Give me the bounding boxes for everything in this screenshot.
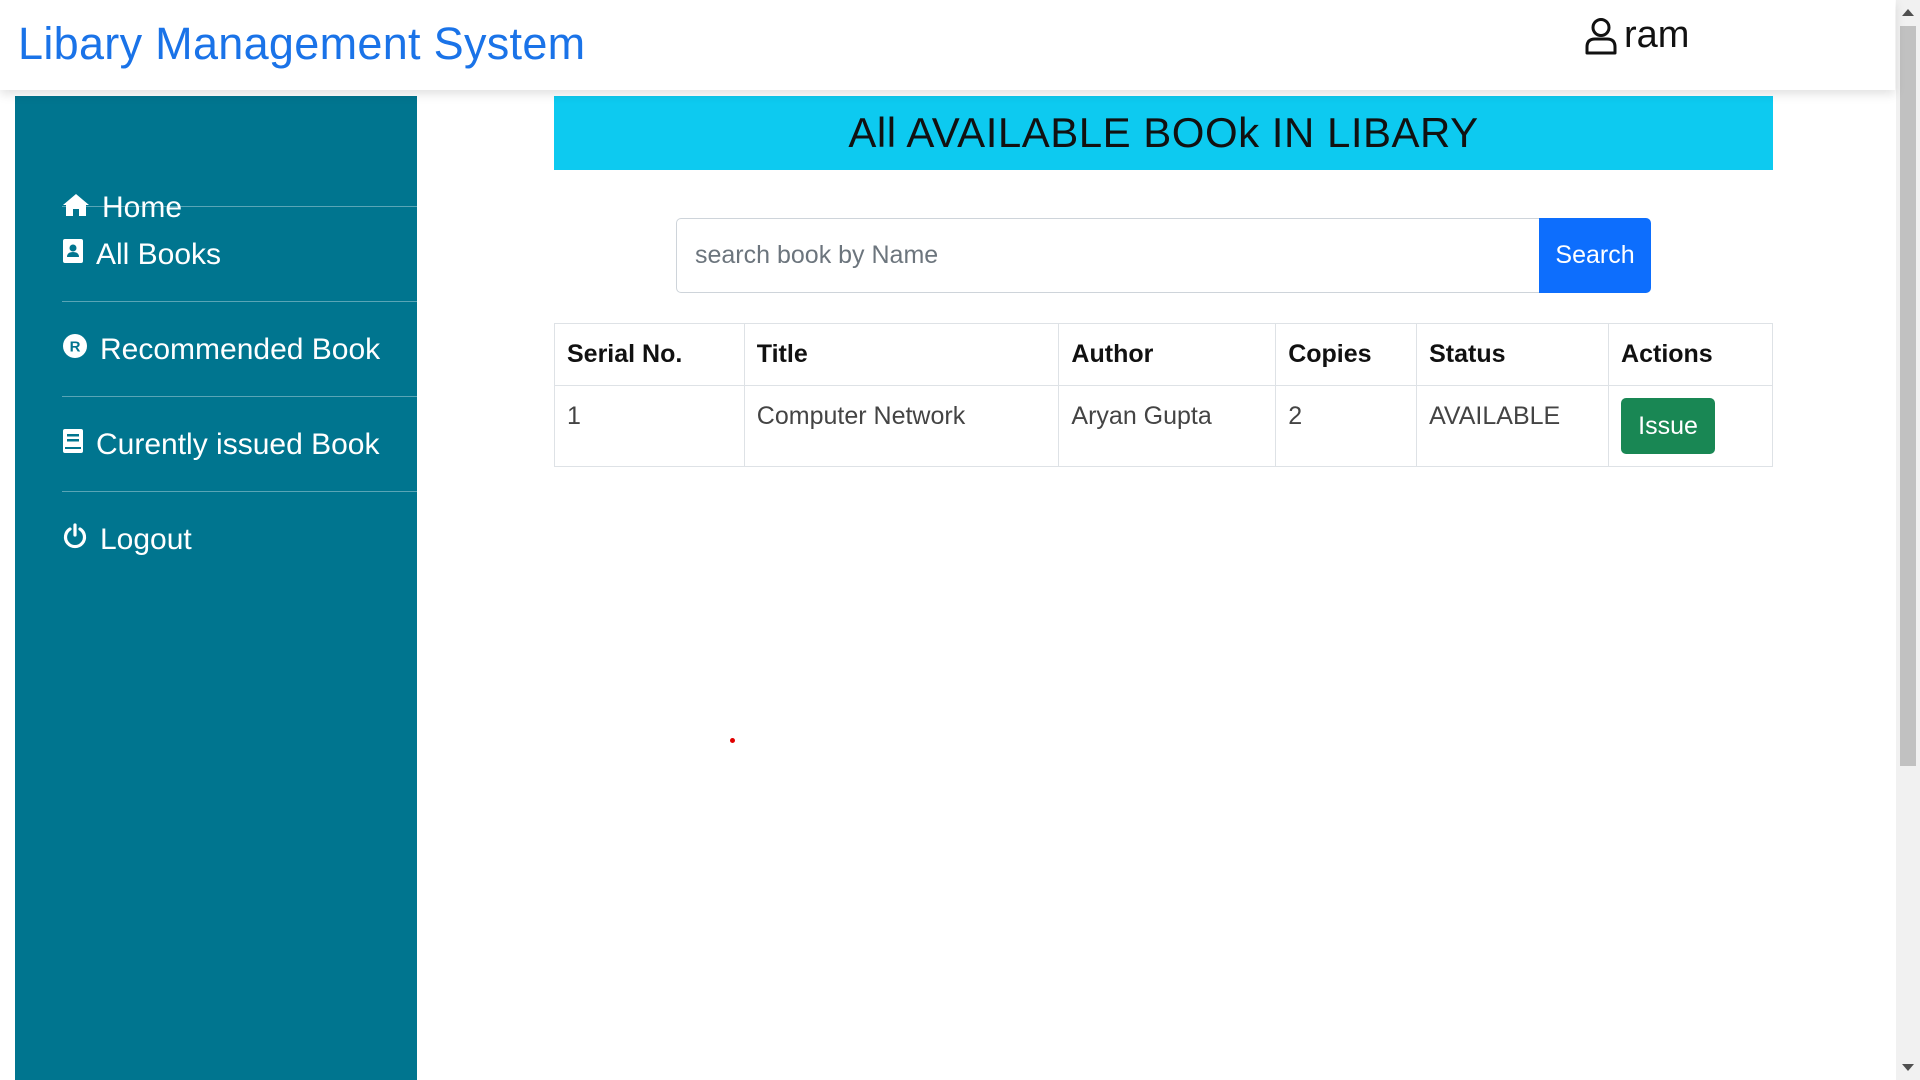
svg-text:R: R xyxy=(70,338,81,355)
sidebar-item-all-books[interactable]: All Books xyxy=(62,207,417,302)
table-header-row: Serial No. Title Author Copies Status Ac… xyxy=(554,323,1773,386)
page-scrollbar[interactable] xyxy=(1896,0,1920,1080)
user-menu[interactable]: ram xyxy=(1584,14,1689,57)
sidebar-item-label: Recommended Book xyxy=(100,332,381,366)
sidebar-item-label: Curently issued Book xyxy=(96,427,380,461)
column-header-serial: Serial No. xyxy=(554,323,745,386)
page-banner: All AVAILABLE BOOk IN LIBARY xyxy=(554,96,1773,170)
sidebar-item-logout[interactable]: Logout xyxy=(62,492,417,587)
sidebar-item-currently-issued-book[interactable]: Curently issued Book xyxy=(62,397,417,492)
cursor-dot xyxy=(730,738,735,743)
issue-button[interactable]: Issue xyxy=(1621,398,1716,454)
column-header-actions: Actions xyxy=(1608,323,1773,386)
sidebar-item-recommended-book[interactable]: R Recommended Book xyxy=(62,302,417,397)
cell-author: Aryan Gupta xyxy=(1058,385,1277,467)
books-table: Serial No. Title Author Copies Status Ac… xyxy=(554,323,1773,467)
sidebar-item-label: Logout xyxy=(100,522,192,556)
registered-icon: R xyxy=(62,333,88,367)
sidebar: Home All Books R Recommended Book Curent… xyxy=(15,96,417,1080)
cell-status: AVAILABLE xyxy=(1416,385,1610,467)
scroll-up-arrow-icon[interactable] xyxy=(1902,9,1914,16)
address-book-icon xyxy=(62,238,84,272)
column-header-status: Status xyxy=(1416,323,1610,386)
search-button[interactable]: Search xyxy=(1539,218,1651,293)
top-navbar: Libary Management System ram xyxy=(0,0,1895,90)
book-icon xyxy=(62,428,84,462)
cell-copies: 2 xyxy=(1275,385,1418,467)
search-input[interactable] xyxy=(676,218,1540,293)
app-brand-title[interactable]: Libary Management System xyxy=(18,18,585,70)
cell-actions: Issue xyxy=(1608,385,1773,467)
scroll-down-arrow-icon[interactable] xyxy=(1902,1064,1914,1071)
cell-serial: 1 xyxy=(554,385,745,467)
table-row: 1 Computer Network Aryan Gupta 2 AVAILAB… xyxy=(554,385,1773,467)
cell-title: Computer Network xyxy=(743,385,1060,467)
column-header-author: Author xyxy=(1058,323,1277,386)
column-header-copies: Copies xyxy=(1275,323,1418,386)
user-name: ram xyxy=(1624,14,1690,56)
power-icon xyxy=(62,522,88,557)
scrollbar-thumb[interactable] xyxy=(1900,26,1916,766)
user-icon xyxy=(1584,17,1618,55)
column-header-title: Title xyxy=(743,323,1060,386)
sidebar-item-label: All Books xyxy=(96,237,222,271)
